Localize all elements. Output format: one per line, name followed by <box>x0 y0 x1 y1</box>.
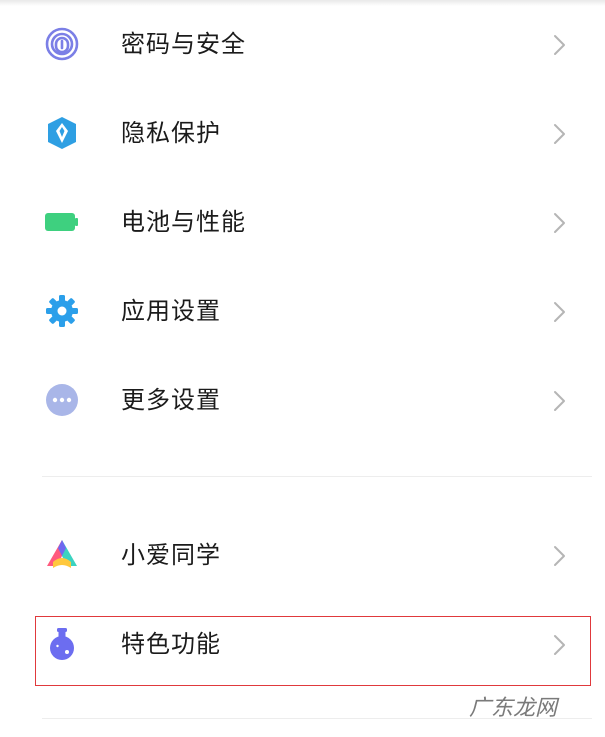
settings-item-label: 小爱同学 <box>121 541 221 569</box>
xiaoai-icon <box>45 538 79 572</box>
chevron-right-icon <box>549 211 569 235</box>
highlight-box <box>35 616 591 686</box>
chevron-right-icon <box>549 122 569 146</box>
watermark-text: 广东龙网 <box>469 696 558 721</box>
chevron-right-icon <box>549 33 569 57</box>
settings-item-xiaoai[interactable]: 小爱同学 <box>0 511 605 600</box>
settings-item-app-settings[interactable]: 应用设置 <box>0 267 605 356</box>
more-dots-icon <box>45 383 79 417</box>
gear-icon <box>45 294 79 328</box>
fingerprint-icon <box>45 27 79 61</box>
battery-icon <box>45 205 79 239</box>
settings-item-label: 应用设置 <box>121 297 221 325</box>
privacy-shield-icon <box>45 116 79 150</box>
section-divider <box>42 476 592 477</box>
chevron-right-icon <box>549 300 569 324</box>
settings-item-label: 电池与性能 <box>121 208 246 236</box>
settings-item-label: 密码与安全 <box>121 30 246 58</box>
settings-item-label: 隐私保护 <box>121 119 221 147</box>
chevron-right-icon <box>549 544 569 568</box>
settings-item-label: 更多设置 <box>121 386 221 414</box>
settings-item-more-settings[interactable]: 更多设置 <box>0 356 605 445</box>
settings-item-password-security[interactable]: 密码与安全 <box>0 0 605 89</box>
settings-item-privacy[interactable]: 隐私保护 <box>0 89 605 178</box>
settings-item-battery-performance[interactable]: 电池与性能 <box>0 178 605 267</box>
chevron-right-icon <box>549 389 569 413</box>
